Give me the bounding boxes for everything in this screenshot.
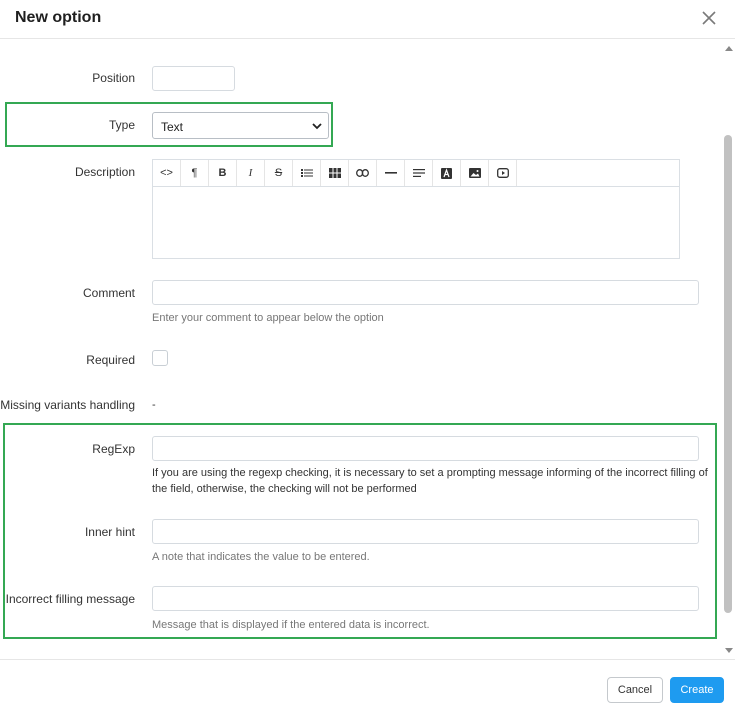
position-label: Position (92, 71, 135, 85)
horizontal-rule-icon[interactable] (377, 160, 405, 186)
comment-hint: Enter your comment to appear below the o… (152, 312, 384, 324)
regexp-note: If you are using the regexp checking, it… (152, 467, 708, 495)
close-icon[interactable] (700, 9, 718, 27)
description-editor[interactable]: <> ¶ B I S (152, 159, 680, 259)
strikethrough-icon[interactable]: S (265, 160, 293, 186)
dialog-title: New option (15, 9, 102, 26)
incorrect-message-input[interactable] (152, 586, 699, 611)
chevron-down-icon (312, 123, 322, 130)
text-color-icon[interactable] (433, 160, 461, 186)
required-label: Required (86, 353, 135, 367)
link-icon[interactable] (349, 160, 377, 186)
comment-input[interactable] (152, 280, 699, 305)
paragraph-icon[interactable]: ¶ (181, 160, 209, 186)
inner-hint-hint: A note that indicates the value to be en… (152, 551, 370, 563)
regexp-input[interactable] (152, 436, 699, 461)
type-label: Type (108, 118, 135, 132)
align-icon[interactable] (405, 160, 433, 186)
scrollbar-thumb[interactable] (724, 135, 732, 613)
type-select[interactable]: Text (152, 112, 329, 139)
type-select-value: Text (161, 120, 184, 134)
missing-variants-label: Missing variants handling (0, 398, 135, 412)
bold-icon[interactable]: B (209, 160, 237, 186)
dialog-header: New option (0, 0, 735, 39)
cancel-button[interactable]: Cancel (607, 677, 663, 703)
inner-hint-input[interactable] (152, 519, 699, 544)
incorrect-message-hint: Message that is displayed if the entered… (152, 619, 430, 631)
missing-variants-value: - (152, 399, 156, 411)
scroll-up-arrow-icon[interactable] (725, 46, 733, 51)
dialog-footer: Cancel Create (0, 659, 735, 714)
required-checkbox[interactable] (152, 350, 168, 366)
editor-toolbar: <> ¶ B I S (153, 160, 679, 187)
position-input[interactable] (152, 66, 235, 91)
create-button[interactable]: Create (670, 677, 724, 703)
video-icon[interactable] (489, 160, 517, 186)
description-label: Description (74, 165, 135, 179)
italic-icon[interactable]: I (237, 160, 265, 186)
incorrect-message-label: Incorrect filling message (5, 592, 135, 606)
table-icon[interactable] (321, 160, 349, 186)
inner-hint-label: Inner hint (84, 525, 135, 539)
list-icon[interactable] (293, 160, 321, 186)
comment-label: Comment (82, 286, 135, 300)
image-icon[interactable] (461, 160, 489, 186)
regexp-label: RegExp (92, 442, 135, 456)
code-view-icon[interactable]: <> (153, 160, 181, 186)
dialog-body: Position Type Text Description <> ¶ B I … (0, 40, 735, 659)
scroll-down-arrow-icon[interactable] (725, 648, 733, 653)
